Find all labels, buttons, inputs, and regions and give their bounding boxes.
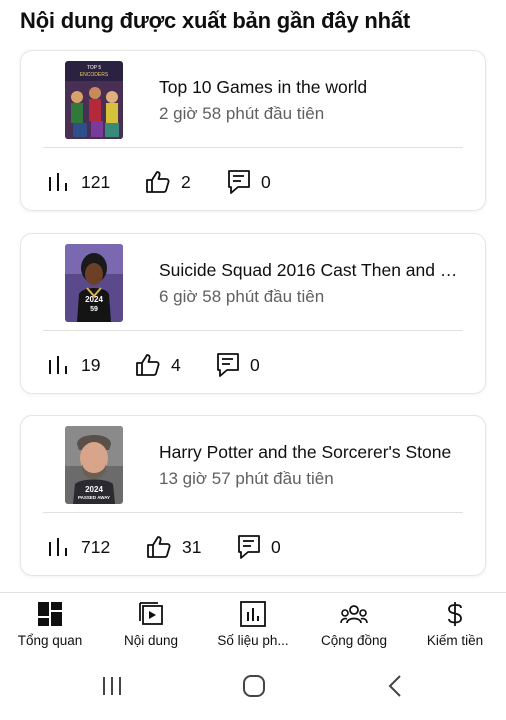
views-count: 19 xyxy=(81,354,101,375)
video-thumbnail[interactable]: 2024 PASSED AWAY xyxy=(65,426,123,504)
back-icon xyxy=(388,675,401,697)
system-navigation-bar xyxy=(0,658,506,720)
nav-item-dashboard[interactable]: Tổng quan xyxy=(0,601,100,648)
likes-stat: 2 xyxy=(145,169,191,195)
thumbs-up-icon xyxy=(136,354,160,376)
nav-label: Cộng đồng xyxy=(320,633,388,648)
comment-icon xyxy=(217,353,239,377)
nav-item-content[interactable]: Nội dung xyxy=(101,601,201,648)
earn-icon xyxy=(448,602,462,626)
nav-item-earn[interactable]: Kiếm tiền xyxy=(405,601,505,648)
video-card[interactable]: 2024 59 Suicide Squad 2016 Cast Then and… xyxy=(20,233,486,394)
nav-label: Nội dung xyxy=(123,633,179,648)
views-icon xyxy=(49,173,67,191)
comment-icon xyxy=(238,535,260,559)
comments-count: 0 xyxy=(250,354,260,375)
video-thumbnail[interactable]: 2024 59 xyxy=(65,244,123,322)
video-title[interactable]: Top 10 Games in the world xyxy=(159,77,469,98)
views-stat: 121 xyxy=(47,169,110,195)
content-icon xyxy=(139,602,163,625)
divider xyxy=(43,512,463,513)
likes-stat: 4 xyxy=(135,352,181,378)
thumbnail-text: 59 xyxy=(90,306,98,313)
nav-label: Số liệu ph... xyxy=(217,633,289,648)
nav-label: Kiếm tiền xyxy=(426,633,484,648)
recents-icon xyxy=(103,677,121,695)
comments-count: 0 xyxy=(271,536,281,557)
likes-count: 4 xyxy=(171,354,181,375)
thumbnail-text: TOP 5 xyxy=(87,65,101,71)
nav-item-community[interactable]: Cộng đồng xyxy=(304,601,404,648)
home-icon xyxy=(243,675,265,697)
back-button[interactable] xyxy=(384,674,408,703)
nav-item-analytics[interactable]: Số liệu ph... xyxy=(203,601,303,648)
thumbnail-text: ENCODERS xyxy=(80,72,109,78)
views-icon xyxy=(49,538,67,556)
divider xyxy=(43,147,463,148)
video-card[interactable]: 2024 PASSED AWAY Harry Potter and the So… xyxy=(20,415,486,576)
views-icon xyxy=(49,356,67,374)
video-card[interactable]: TOP 5 ENCODERS Top 10 Games in the world… xyxy=(20,50,486,211)
dashboard-icon xyxy=(38,602,62,626)
thumbnail-text: PASSED AWAY xyxy=(78,495,110,500)
bottom-navigation: Tổng quan Nội dung Số liệu ph... Cộng đồ… xyxy=(0,592,506,656)
video-time: 13 giờ 57 phút đầu tiên xyxy=(159,469,334,488)
comments-count: 0 xyxy=(261,171,271,192)
comments-stat: 0 xyxy=(237,534,281,560)
community-icon xyxy=(340,605,368,624)
nav-label: Tổng quan xyxy=(17,633,83,648)
likes-count: 31 xyxy=(182,536,202,557)
thumbs-up-icon xyxy=(146,171,170,193)
analytics-icon xyxy=(240,601,266,627)
video-title[interactable]: Suicide Squad 2016 Cast Then and Now xyxy=(159,260,469,281)
thumbnail-text: 2024 xyxy=(85,295,103,304)
thumbs-up-icon xyxy=(147,536,171,558)
video-title[interactable]: Harry Potter and the Sorcerer's Stone xyxy=(159,442,469,463)
video-thumbnail[interactable]: TOP 5 ENCODERS xyxy=(65,61,123,139)
thumbnail-text: 2024 xyxy=(85,485,103,494)
video-time: 2 giờ 58 phút đầu tiên xyxy=(159,104,325,123)
comments-stat: 0 xyxy=(216,352,260,378)
recents-button[interactable] xyxy=(100,674,124,703)
views-stat: 712 xyxy=(47,534,110,560)
views-count: 712 xyxy=(81,536,111,557)
page-title: Nội dung được xuất bản gần đây nhất xyxy=(20,8,411,33)
video-time: 6 giờ 58 phút đầu tiên xyxy=(159,287,325,306)
likes-count: 2 xyxy=(181,171,191,192)
likes-stat: 31 xyxy=(146,534,201,560)
divider xyxy=(43,330,463,331)
views-count: 121 xyxy=(81,171,111,192)
comments-stat: 0 xyxy=(227,169,271,195)
home-button[interactable] xyxy=(242,674,266,703)
views-stat: 19 xyxy=(47,352,100,378)
comment-icon xyxy=(228,170,250,194)
